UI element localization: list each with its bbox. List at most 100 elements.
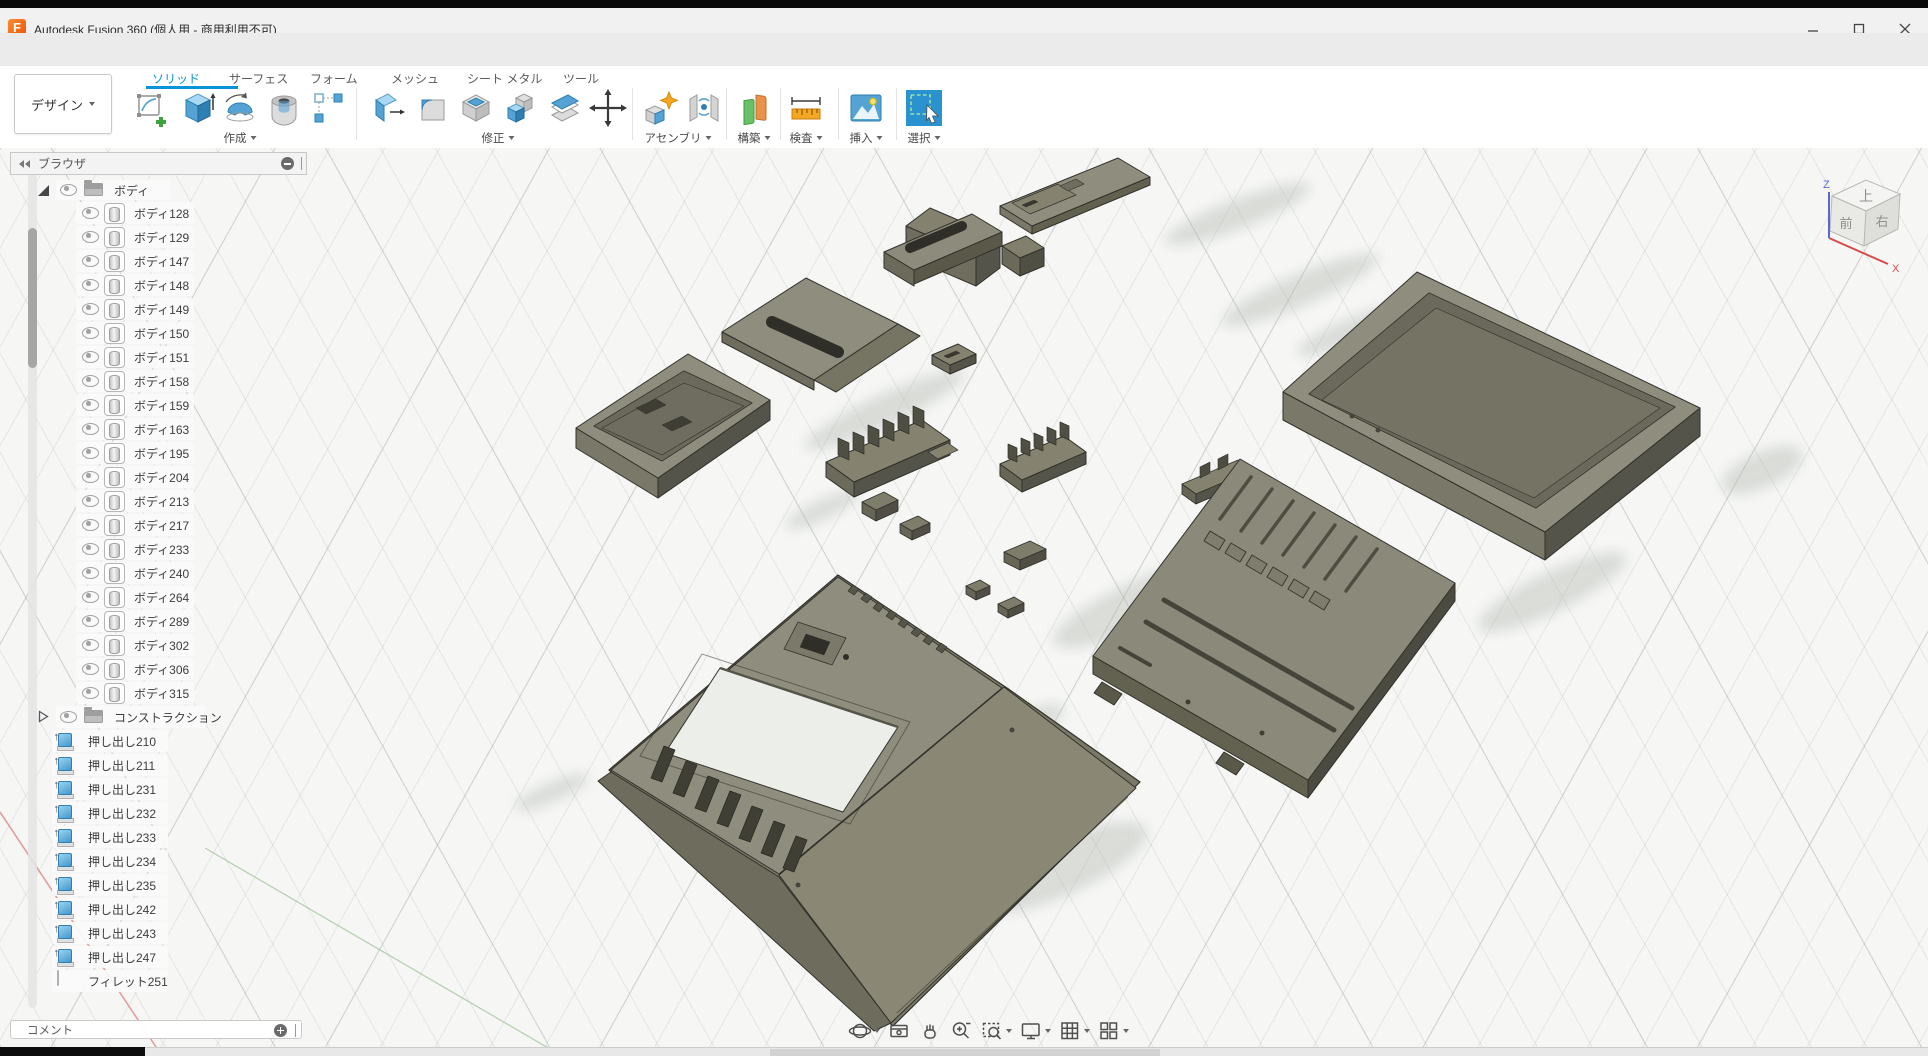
- create-sketch-icon[interactable]: [132, 88, 172, 128]
- visibility-eye-icon[interactable]: [82, 279, 99, 291]
- tab-solid[interactable]: ソリッド: [152, 70, 200, 87]
- group-label-insert[interactable]: 挿入: [850, 130, 883, 146]
- visibility-eye-icon[interactable]: [82, 327, 99, 339]
- construction-folder-row[interactable]: コンストラクション: [0, 705, 320, 729]
- workspace-selector[interactable]: デザイン: [14, 74, 112, 134]
- body-row[interactable]: ボディ195: [0, 441, 320, 465]
- body-row[interactable]: ボディ128: [0, 201, 320, 225]
- visibility-eye-icon[interactable]: [82, 663, 99, 675]
- visibility-eye-icon[interactable]: [82, 495, 99, 507]
- tab-mesh[interactable]: メッシュ: [391, 70, 439, 87]
- look-at-icon[interactable]: [885, 1019, 913, 1043]
- body-row[interactable]: ボディ129: [0, 225, 320, 249]
- body-row[interactable]: ボディ149: [0, 297, 320, 321]
- pan-hand-icon[interactable]: [916, 1019, 944, 1043]
- revolve-icon[interactable]: [220, 88, 260, 128]
- group-label-modify[interactable]: 修正: [482, 130, 515, 146]
- feature-row[interactable]: 押し出し211: [0, 753, 320, 777]
- visibility-eye-icon[interactable]: [82, 375, 99, 387]
- measure-icon[interactable]: [786, 88, 826, 128]
- orbit-icon[interactable]: [846, 1019, 882, 1043]
- collapsed-triangle-icon[interactable]: [38, 710, 49, 723]
- grid-settings-icon[interactable]: [1056, 1019, 1092, 1043]
- press-pull-icon[interactable]: [368, 88, 408, 128]
- part-bottom-tray[interactable]: [1283, 272, 1700, 560]
- visibility-eye-icon[interactable]: [82, 255, 99, 267]
- feature-row[interactable]: 押し出し242: [0, 897, 320, 921]
- visibility-eye-icon[interactable]: [82, 423, 99, 435]
- part-door-plate[interactable]: [722, 278, 920, 392]
- visibility-eye-icon[interactable]: [60, 184, 77, 196]
- visibility-eye-icon[interactable]: [82, 231, 99, 243]
- feature-row[interactable]: 押し出し234: [0, 849, 320, 873]
- offset-face-icon[interactable]: [544, 88, 584, 128]
- feature-row[interactable]: 押し出し210: [0, 729, 320, 753]
- group-label-construct[interactable]: 構築: [738, 130, 771, 146]
- feature-row[interactable]: 押し出し231: [0, 777, 320, 801]
- body-row[interactable]: ボディ233: [0, 537, 320, 561]
- body-row[interactable]: ボディ151: [0, 345, 320, 369]
- visibility-eye-icon[interactable]: [82, 303, 99, 315]
- expand-triangle-icon[interactable]: [38, 185, 49, 196]
- visibility-eye-icon[interactable]: [82, 207, 99, 219]
- extrude-icon[interactable]: [176, 88, 216, 128]
- visibility-eye-icon[interactable]: [82, 519, 99, 531]
- visibility-eye-icon[interactable]: [60, 711, 77, 723]
- group-label-assemble[interactable]: アセンブリ: [645, 130, 712, 146]
- group-label-inspect[interactable]: 検査: [790, 130, 823, 146]
- comment-input[interactable]: コメント: [10, 1020, 302, 1039]
- body-row[interactable]: ボディ150: [0, 321, 320, 345]
- fit-icon[interactable]: [978, 1019, 1014, 1043]
- body-row[interactable]: ボディ213: [0, 489, 320, 513]
- body-row[interactable]: ボディ148: [0, 273, 320, 297]
- visibility-eye-icon[interactable]: [82, 399, 99, 411]
- tab-form[interactable]: フォーム: [310, 70, 358, 87]
- viewports-icon[interactable]: [1095, 1019, 1131, 1043]
- new-component-icon[interactable]: [640, 88, 680, 128]
- display-settings-icon[interactable]: [1017, 1019, 1053, 1043]
- body-row[interactable]: ボディ240: [0, 561, 320, 585]
- browser-resize-handle[interactable]: [301, 157, 302, 170]
- zoom-icon[interactable]: [947, 1019, 975, 1043]
- visibility-eye-icon[interactable]: [82, 591, 99, 603]
- browser-opacity-icon[interactable]: [281, 157, 294, 170]
- body-row[interactable]: ボディ264: [0, 585, 320, 609]
- fillet-icon[interactable]: [412, 88, 452, 128]
- feature-row[interactable]: フィレット251: [0, 969, 320, 993]
- collapse-browser-icon[interactable]: [19, 160, 30, 168]
- visibility-eye-icon[interactable]: [82, 615, 99, 627]
- feature-row[interactable]: 押し出し232: [0, 801, 320, 825]
- visibility-eye-icon[interactable]: [82, 567, 99, 579]
- add-comment-icon[interactable]: [274, 1024, 287, 1037]
- move-icon[interactable]: [588, 88, 628, 128]
- body-row[interactable]: ボディ315: [0, 681, 320, 705]
- visibility-eye-icon[interactable]: [82, 471, 99, 483]
- combine-icon[interactable]: [500, 88, 540, 128]
- visibility-eye-icon[interactable]: [82, 687, 99, 699]
- feature-row[interactable]: 押し出し247: [0, 945, 320, 969]
- visibility-eye-icon[interactable]: [82, 351, 99, 363]
- title-bar[interactable]: F Autodesk Fusion 360 (個人用 - 商用利用不可): [0, 8, 1928, 34]
- body-row[interactable]: ボディ147: [0, 249, 320, 273]
- body-row[interactable]: ボディ306: [0, 657, 320, 681]
- tab-tools[interactable]: ツール: [563, 70, 599, 87]
- tab-sheetmetal[interactable]: シート メタル: [467, 70, 542, 87]
- insert-canvas-icon[interactable]: [846, 88, 886, 128]
- visibility-eye-icon[interactable]: [82, 447, 99, 459]
- body-row[interactable]: ボディ217: [0, 513, 320, 537]
- part-small-block[interactable]: [932, 344, 976, 374]
- hole-icon[interactable]: [264, 88, 304, 128]
- part-key-rack-small[interactable]: [1000, 422, 1086, 492]
- body-row[interactable]: ボディ289: [0, 609, 320, 633]
- tab-surface[interactable]: サーフェス: [229, 70, 288, 87]
- visibility-eye-icon[interactable]: [82, 543, 99, 555]
- bodies-folder-row[interactable]: ボディ: [0, 179, 320, 201]
- viewcube[interactable]: 上 前 右 Z X: [1796, 152, 1928, 302]
- visibility-eye-icon[interactable]: [82, 639, 99, 651]
- body-row[interactable]: ボディ163: [0, 417, 320, 441]
- body-row[interactable]: ボディ302: [0, 633, 320, 657]
- body-row[interactable]: ボディ158: [0, 369, 320, 393]
- comment-resize-handle[interactable]: [295, 1024, 296, 1037]
- pattern-icon[interactable]: [308, 88, 348, 128]
- group-label-create[interactable]: 作成: [224, 130, 257, 146]
